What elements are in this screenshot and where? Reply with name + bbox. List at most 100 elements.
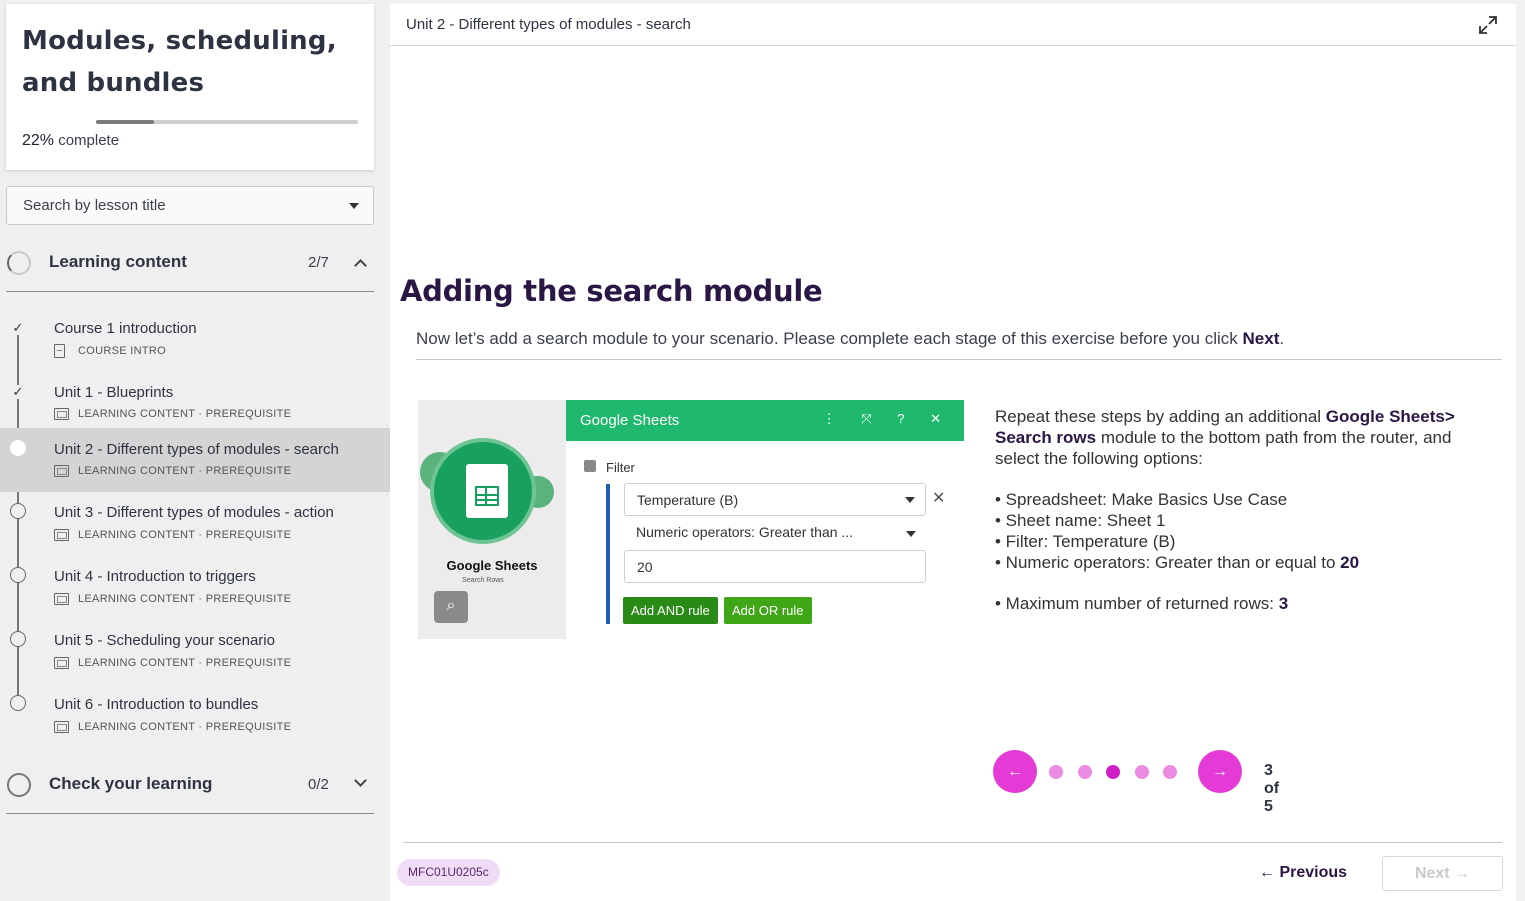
close-icon: ✕ bbox=[932, 490, 946, 507]
option-max-rows-label: • Maximum number of returned rows: bbox=[995, 594, 1279, 613]
module-screenshot: Google Sheets Search Rows ⌕ Google Sheet… bbox=[418, 400, 964, 639]
progress-percent: 22% bbox=[22, 132, 55, 149]
lesson-search-select[interactable]: Search by lesson title bbox=[6, 186, 374, 225]
lesson-item-unit-4[interactable]: Unit 4 - Introduction to triggers LEARNI… bbox=[0, 564, 390, 628]
add-and-rule-button: Add AND rule bbox=[623, 597, 718, 624]
progress-bar-fill bbox=[96, 120, 154, 124]
lesson-title: Unit 3 - Different types of modules - ac… bbox=[54, 504, 334, 521]
filter-operator-value: Numeric operators: Greater than ... bbox=[636, 524, 854, 540]
option-filter: • Filter: Temperature (B) bbox=[995, 532, 1176, 551]
breadcrumb: Unit 2 - Different types of modules - se… bbox=[406, 16, 691, 33]
next-button[interactable]: Next → bbox=[1382, 856, 1503, 891]
lesson-meta-text: LEARNING CONTENT · PREREQUISITE bbox=[78, 657, 292, 669]
status-circle-icon bbox=[10, 631, 26, 647]
lesson-item-unit-1[interactable]: ✓ Unit 1 - Blueprints LEARNING CONTENT ·… bbox=[0, 372, 390, 436]
lesson-title: Unit 2 - Different types of modules - se… bbox=[54, 441, 339, 458]
section-count: 2/7 bbox=[308, 254, 329, 271]
lesson-item-unit-6[interactable]: Unit 6 - Introduction to bundles LEARNIN… bbox=[0, 692, 390, 756]
intro-text: Now let’s add a search module to your sc… bbox=[416, 329, 1284, 349]
lesson-header: Unit 2 - Different types of modules - se… bbox=[390, 4, 1516, 46]
option-spreadsheet: • Spreadsheet: Make Basics Use Case bbox=[995, 490, 1288, 509]
course-title: Modules, scheduling, and bundles bbox=[22, 26, 337, 98]
section-label: Learning content bbox=[49, 252, 187, 271]
intro-text-end: . bbox=[1279, 329, 1285, 348]
lesson-code-badge: MFC01U0205c bbox=[397, 859, 500, 886]
section-learning-content[interactable]: Learning content 2/7 bbox=[6, 234, 374, 292]
lesson-meta-text: LEARNING CONTENT · PREREQUISITE bbox=[78, 593, 292, 605]
lesson-item-unit-3[interactable]: Unit 3 - Different types of modules - ac… bbox=[0, 500, 390, 564]
status-circle-icon bbox=[10, 567, 26, 583]
magnifier-icon: ⌕ bbox=[434, 591, 468, 623]
lesson-item-unit-5[interactable]: Unit 5 - Scheduling your scenario LEARNI… bbox=[0, 628, 390, 692]
carousel-dot[interactable] bbox=[1077, 765, 1092, 779]
progress-bar bbox=[96, 120, 358, 124]
add-or-rule-button: Add OR rule bbox=[724, 597, 812, 624]
module-subtitle: Search Rows bbox=[462, 577, 504, 584]
slides-icon bbox=[54, 721, 69, 733]
document-icon bbox=[54, 344, 65, 358]
lesson-title: Unit 1 - Blueprints bbox=[54, 384, 174, 401]
panel-header-icons: ⋮ ⤧ ? ✕ bbox=[822, 411, 952, 426]
slides-icon bbox=[54, 465, 69, 477]
lesson-meta: LEARNING CONTENT · PREREQUISITE bbox=[54, 408, 291, 420]
caret-down-icon bbox=[905, 497, 915, 503]
section-check-your-learning[interactable]: Check your learning 0/2 bbox=[6, 756, 374, 814]
chevron-down-icon[interactable] bbox=[354, 774, 367, 787]
carousel-dot[interactable] bbox=[1134, 765, 1149, 779]
caret-down-icon bbox=[906, 531, 916, 537]
expand-icon[interactable] bbox=[1478, 15, 1498, 35]
lesson-meta: LEARNING CONTENT · PREREQUISITE bbox=[54, 465, 291, 477]
option-sheet-name: • Sheet name: Sheet 1 bbox=[995, 511, 1166, 530]
lesson-content: Unit 2 - Different types of modules - se… bbox=[390, 4, 1516, 901]
checkmark-icon: ✓ bbox=[11, 320, 25, 335]
page-title: Adding the search module bbox=[400, 274, 823, 308]
option-max-rows-value: 3 bbox=[1278, 594, 1289, 613]
lesson-meta-text: LEARNING CONTENT · PREREQUISITE bbox=[78, 408, 292, 420]
lesson-meta: COURSE INTRO bbox=[54, 344, 166, 358]
lesson-search-placeholder: Search by lesson title bbox=[23, 197, 166, 214]
caret-down-icon bbox=[349, 203, 359, 209]
grid-icon bbox=[475, 486, 499, 506]
lesson-meta-text: LEARNING CONTENT · PREREQUISITE bbox=[78, 721, 292, 733]
carousel-prev-button[interactable]: ← bbox=[993, 750, 1037, 793]
carousel-dot[interactable] bbox=[1049, 765, 1063, 779]
section-label: Check your learning bbox=[49, 774, 213, 793]
slides-icon bbox=[54, 408, 69, 420]
status-circle-icon bbox=[10, 440, 26, 456]
option-operator-value: 20 bbox=[1340, 553, 1360, 572]
checkmark-icon: ✓ bbox=[11, 384, 25, 399]
lesson-title: Unit 6 - Introduction to bundles bbox=[54, 696, 259, 713]
lesson-meta: LEARNING CONTENT · PREREQUISITE bbox=[54, 529, 291, 541]
lesson-meta-text: LEARNING CONTENT · PREREQUISITE bbox=[78, 465, 292, 477]
carousel-dot[interactable] bbox=[1163, 765, 1177, 779]
carousel-next-button[interactable]: → bbox=[1198, 750, 1242, 793]
arrow-right-icon: → bbox=[1212, 763, 1228, 780]
option-max-rows: • Maximum number of returned rows: 3 bbox=[995, 593, 1495, 614]
instruction-text: Repeat these steps by adding an addition… bbox=[995, 406, 1495, 614]
progress-ring-icon bbox=[7, 773, 31, 797]
panel-title: Google Sheets bbox=[580, 412, 680, 429]
filter-value-field: 20 bbox=[624, 550, 926, 583]
lesson-title: Unit 5 - Scheduling your scenario bbox=[54, 632, 275, 649]
lesson-item-unit-2[interactable]: Unit 2 - Different types of modules - se… bbox=[0, 428, 390, 492]
slides-icon bbox=[54, 593, 69, 605]
lesson-title: Unit 4 - Introduction to triggers bbox=[54, 568, 256, 585]
previous-button[interactable]: ← Previous bbox=[1259, 864, 1347, 882]
carousel-dot[interactable] bbox=[1106, 765, 1120, 779]
lesson-item-course-intro[interactable]: ✓ Course 1 introduction COURSE INTRO bbox=[0, 308, 390, 372]
spreadsheet-icon bbox=[466, 464, 508, 518]
partial-progress-ring-icon bbox=[7, 251, 31, 275]
arrow-left-icon: ← bbox=[1007, 763, 1023, 780]
chevron-up-icon[interactable] bbox=[354, 259, 367, 272]
instruction-lead: Repeat these steps by adding an addition… bbox=[995, 407, 1326, 426]
filter-operator-field: Numeric operators: Greater than ... bbox=[624, 518, 926, 551]
instruction-paragraph: Repeat these steps by adding an addition… bbox=[995, 406, 1495, 469]
module-name: Google Sheets bbox=[446, 558, 538, 573]
filter-group-bar bbox=[606, 484, 610, 624]
divider bbox=[416, 359, 1502, 360]
checkbox-icon bbox=[584, 460, 596, 472]
course-sidebar: Modules, scheduling, and bundles 22% com… bbox=[0, 0, 390, 901]
progress-word: complete bbox=[54, 132, 120, 149]
intro-text-body: Now let’s add a search module to your sc… bbox=[416, 329, 1243, 348]
footer-divider bbox=[403, 842, 1502, 843]
